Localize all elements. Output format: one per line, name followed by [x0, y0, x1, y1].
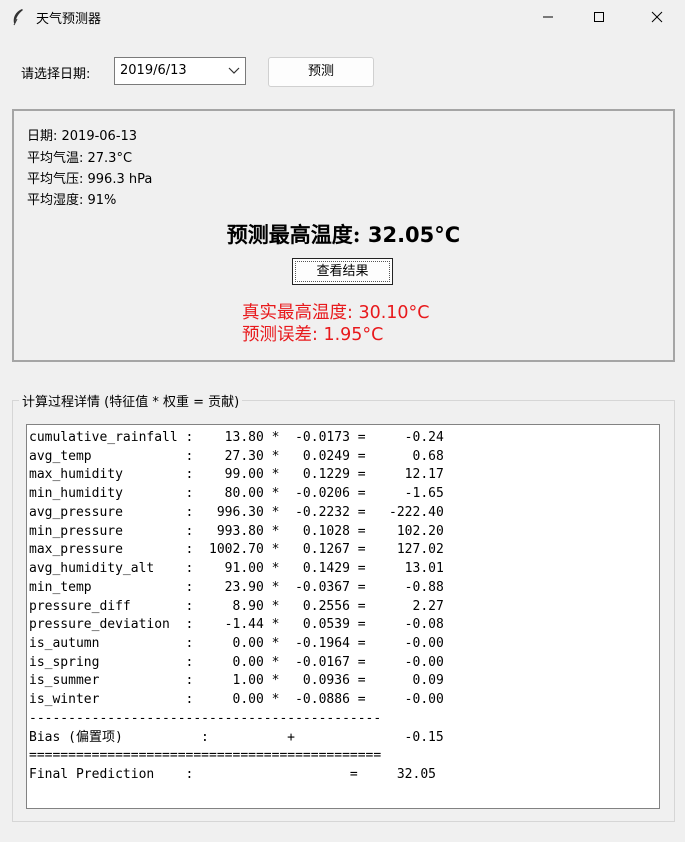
calculation-line: pressure_deviation : -1.44 * 0.0539 = -0…	[29, 617, 444, 633]
prediction-label: 预测最高温度:	[226, 222, 368, 247]
calculation-line: max_pressure : 1002.70 * 0.1267 = 127.02	[29, 542, 444, 558]
calculation-line: avg_pressure : 996.30 * -0.2232 = -222.4…	[29, 504, 444, 520]
minimize-button[interactable]	[525, 0, 571, 34]
avg-pressure-info: 平均气压: 996.3 hPa	[27, 172, 153, 187]
maximize-icon	[594, 12, 604, 22]
avg-humidity-info: 平均湿度: 91%	[27, 193, 117, 208]
date-select[interactable]: 2019/6/13	[114, 57, 246, 85]
result-panel: 日期: 2019-06-13 平均气温: 27.3°C 平均气压: 996.3 …	[12, 109, 675, 362]
calculation-line: Bias (偏置项) : + -0.15	[29, 729, 444, 745]
feather-icon	[13, 9, 23, 26]
minimize-icon	[543, 16, 553, 18]
calculation-line: pressure_diff : 8.90 * 0.2556 = 2.27	[29, 598, 444, 614]
view-result-button[interactable]: 查看结果	[292, 258, 393, 285]
date-info: 日期: 2019-06-13	[27, 129, 138, 144]
date-label: 请选择日期:	[21, 67, 91, 82]
calculation-line: ========================================…	[29, 748, 382, 764]
calculation-line: Final Prediction : = 32.05	[29, 767, 436, 783]
calculation-textbox[interactable]: cumulative_rainfall : 13.80 * -0.0173 = …	[26, 424, 660, 809]
details-legend: 计算过程详情 (特征值 * 权重 = 贡献)	[19, 391, 243, 410]
prediction-value: 32.05°C	[367, 223, 461, 247]
calculation-line: avg_humidity_alt : 91.00 * 0.1429 = 13.0…	[29, 561, 444, 577]
date-select-value: 2019/6/13	[120, 63, 187, 78]
maximize-button[interactable]	[576, 0, 622, 34]
calculation-line: is_autumn : 0.00 * -0.1964 = -0.00	[29, 636, 444, 652]
avg-temp-info: 平均气温: 27.3°C	[27, 151, 133, 166]
calculation-line: is_winter : 0.00 * -0.0886 = -0.00	[29, 692, 444, 708]
calculation-line: avg_temp : 27.30 * 0.0249 = 0.68	[29, 448, 444, 464]
window-title: 天气预测器	[36, 12, 102, 27]
prediction-error: 预测误差: 1.95°C	[242, 325, 384, 345]
calculation-line: min_humidity : 80.00 * -0.0206 = -1.65	[29, 486, 444, 502]
close-icon	[651, 11, 663, 23]
calculation-line: max_humidity : 99.00 * 0.1229 = 12.17	[29, 467, 444, 483]
title-bar: 天气预测器	[0, 0, 685, 34]
calculation-line: is_spring : 0.00 * -0.0167 = -0.00	[29, 654, 444, 670]
prediction-heading: 预测最高温度: 32.05°C	[14, 219, 673, 249]
predict-button[interactable]: 预测	[268, 57, 374, 87]
close-button[interactable]	[634, 0, 680, 34]
calculation-line: is_summer : 1.00 * 0.0936 = 0.09	[29, 673, 444, 689]
calculation-line: ----------------------------------------…	[29, 710, 382, 726]
calculation-line: min_pressure : 993.80 * 0.1028 = 102.20	[29, 523, 444, 539]
calculation-line: cumulative_rainfall : 13.80 * -0.0173 = …	[29, 430, 444, 445]
calculation-line: min_temp : 23.90 * -0.0367 = -0.88	[29, 579, 444, 595]
chevron-down-icon	[228, 67, 240, 74]
